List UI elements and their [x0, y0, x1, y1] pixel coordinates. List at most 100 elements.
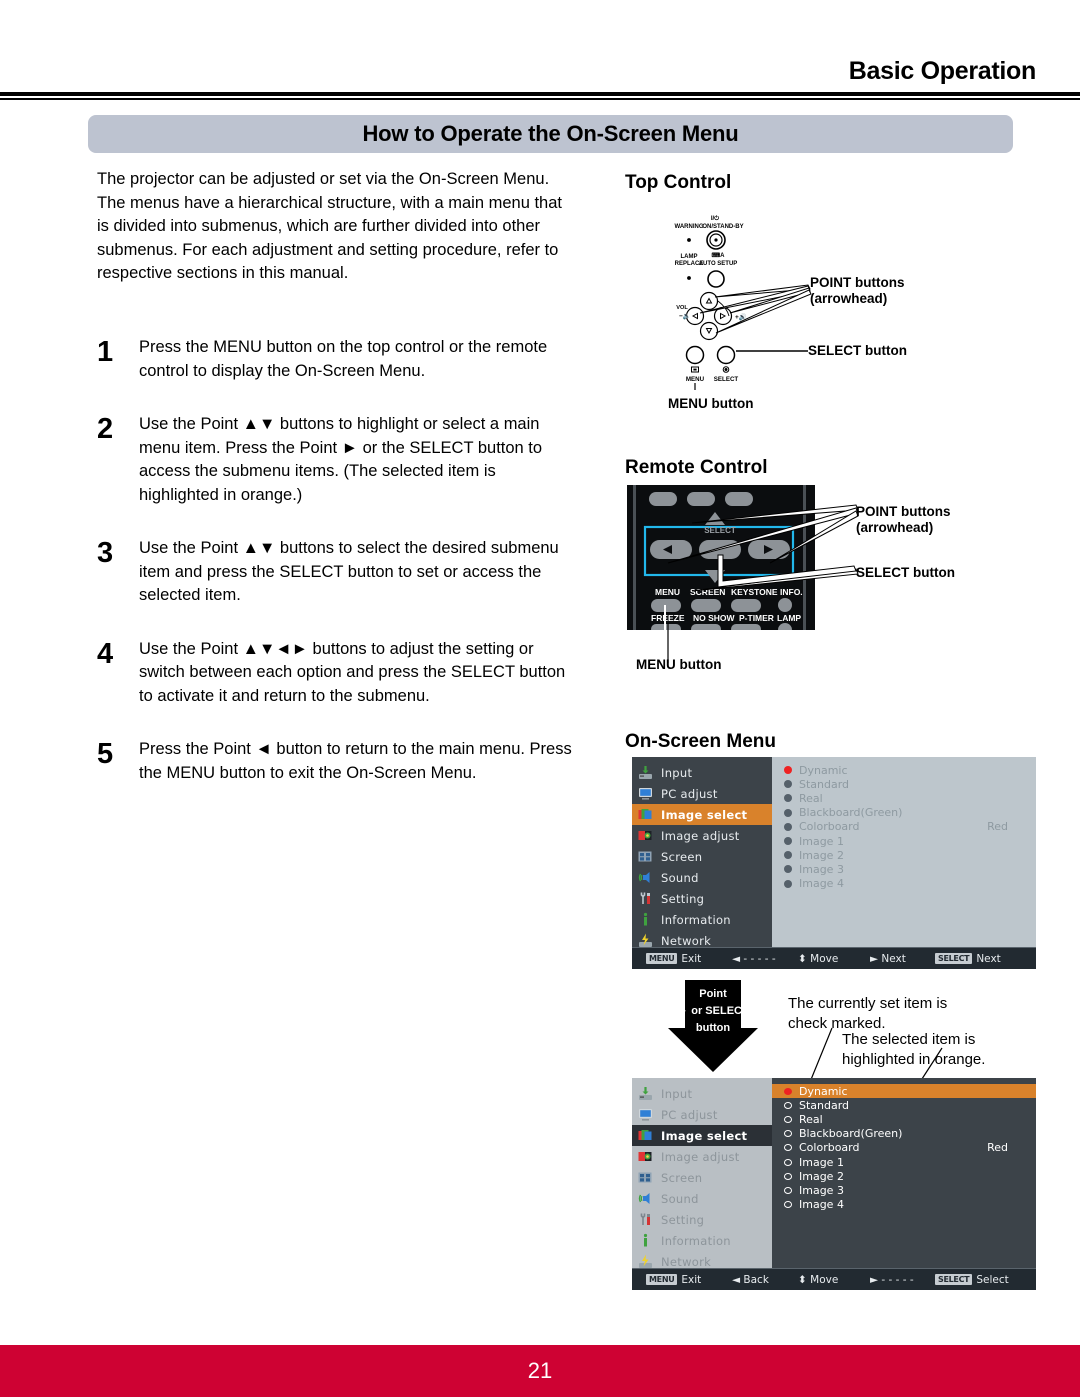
- osd-submenu-screenshot: Input PC adjust Image select Image adjus…: [632, 1078, 1036, 1296]
- osd-option-label: Dynamic: [799, 1084, 848, 1098]
- monitor-icon: [637, 1106, 654, 1123]
- radio-icon: [784, 1087, 792, 1095]
- osd-option[interactable]: Real: [772, 791, 1036, 805]
- speaker-icon: [637, 869, 654, 886]
- step-number: 2: [97, 413, 114, 445]
- osd-status-bar: MENU Exit ◄ - - - - - ⬍ Move ► Next SELE…: [632, 947, 1036, 969]
- remote-control-heading: Remote Control: [625, 457, 768, 478]
- osd-status-label: ◄ Back: [732, 1273, 769, 1286]
- osd-option[interactable]: Colorboard Red: [772, 1141, 1036, 1155]
- osd-option[interactable]: Image 3: [772, 862, 1036, 876]
- step-item: 2 Use the Point ▲▼ buttons to highlight …: [97, 413, 577, 507]
- remote-menu-callout: MENU button: [636, 657, 722, 672]
- select-key-badge: SELECT: [935, 1274, 973, 1285]
- osd-option[interactable]: Image 2: [772, 1169, 1036, 1183]
- osd-option[interactable]: Blackboard(Green): [772, 806, 1036, 820]
- osd-status-move: ⬍ Move: [798, 1274, 838, 1286]
- osd-option-label: Standard: [799, 777, 850, 791]
- osd-option[interactable]: Image 2: [772, 848, 1036, 862]
- osd-option-label: Image 4: [799, 877, 844, 891]
- osd-menu-item-screen[interactable]: Screen: [632, 1167, 772, 1188]
- osd-menu-item-image-adjust[interactable]: Image adjust: [632, 1146, 772, 1167]
- osd-menu-item-image-select[interactable]: Image select: [632, 803, 785, 826]
- osd-option[interactable]: Standard: [772, 1098, 1036, 1112]
- osd-menu-item-image-adjust[interactable]: Image adjust: [632, 825, 772, 846]
- osd-status-label: ► - - - - -: [870, 1273, 914, 1286]
- osd-option-value: Red: [987, 1141, 1008, 1155]
- osd-status-label: ⬍ Move: [798, 1273, 839, 1286]
- osd-option-label: Image 3: [799, 862, 844, 876]
- remote-leader-lines: [630, 483, 890, 678]
- step-item: 1 Press the MENU button on the top contr…: [97, 336, 577, 383]
- radio-icon: [784, 1130, 792, 1138]
- osd-status-label: ◄ - - - - -: [732, 952, 776, 965]
- osd-menu-item-image-select[interactable]: Image select: [632, 1124, 785, 1147]
- step-item: 3 Use the Point ▲▼ buttons to select the…: [97, 537, 577, 608]
- step-text: Press the MENU button on the top control…: [139, 338, 548, 380]
- osd-menu-item-setting[interactable]: Setting: [632, 888, 772, 909]
- info-icon: [637, 911, 654, 928]
- radio-icon: [784, 780, 792, 789]
- header-rule-thin: [0, 98, 1080, 100]
- osd-menu-item-pc-adjust[interactable]: PC adjust: [632, 783, 772, 804]
- osd-status-next: ► Next: [870, 953, 906, 965]
- on-screen-menu-heading: On-Screen Menu: [625, 731, 776, 752]
- image-select-icon: [637, 1127, 654, 1144]
- info-icon: [637, 1232, 654, 1249]
- section-title-bar: How to Operate the On-Screen Menu: [88, 115, 1013, 153]
- screen-icon: [637, 848, 654, 865]
- osd-menu-item-information[interactable]: Information: [632, 909, 772, 930]
- osd-menu-item-pc-adjust[interactable]: PC adjust: [632, 1104, 772, 1125]
- osd-menu-item-input[interactable]: Input: [632, 1083, 772, 1104]
- osd-submenu-panel: Dynamic Standard Real Blackboard(Green) …: [772, 1078, 1036, 1268]
- step-number: 4: [97, 637, 114, 670]
- osd-status-exit: MENU Exit: [646, 953, 701, 965]
- osd-menu-item-screen[interactable]: Screen: [632, 846, 772, 867]
- osd-option[interactable]: Image 4: [772, 1198, 1036, 1212]
- osd-option[interactable]: Blackboard(Green): [772, 1127, 1036, 1141]
- radio-icon: [784, 865, 792, 874]
- remote-select-callout: SELECT button: [856, 565, 955, 580]
- osd-option[interactable]: Real: [772, 1112, 1036, 1126]
- osd-menu-label: Screen: [661, 1170, 703, 1185]
- osd-status-bar: MENU Exit ◄ Back ⬍ Move ► - - - - - SELE…: [632, 1268, 1036, 1290]
- osd-option[interactable]: Colorboard Red: [772, 820, 1036, 834]
- osd-menu-item-setting[interactable]: Setting: [632, 1209, 772, 1230]
- osd-option[interactable]: Image 4: [772, 877, 1036, 891]
- steps-list: 1 Press the MENU button on the top contr…: [97, 336, 577, 811]
- intro-paragraph: The projector can be adjusted or set via…: [97, 170, 562, 283]
- step-item: 4 Use the Point ▲▼◄► buttons to adjust t…: [97, 638, 577, 709]
- top-control-leader-lines: [660, 205, 1060, 425]
- osd-status-select: SELECT Next: [935, 953, 1001, 965]
- osd-menu-label: Sound: [661, 870, 699, 885]
- osd-option[interactable]: Image 3: [772, 1183, 1036, 1197]
- osd-option[interactable]: Dynamic: [772, 1084, 1036, 1099]
- osd-menu-item-sound[interactable]: Sound: [632, 867, 772, 888]
- tools-icon: [637, 1211, 654, 1228]
- osd-option[interactable]: Image 1: [772, 834, 1036, 848]
- osd-option[interactable]: Standard: [772, 777, 1036, 791]
- osd-menu-item-input[interactable]: Input: [632, 762, 772, 783]
- radio-icon: [784, 1101, 792, 1109]
- osd-status-label: ⬍ Move: [798, 952, 839, 965]
- osd-menu-label: Input: [661, 1086, 693, 1101]
- osd-menu-item-sound[interactable]: Sound: [632, 1188, 772, 1209]
- top-control-heading: Top Control: [625, 172, 732, 193]
- osd-menu-label: Image adjust: [661, 828, 740, 843]
- osd-menu-label: Screen: [661, 849, 703, 864]
- radio-icon: [784, 1144, 792, 1152]
- osd-option[interactable]: Image 1: [772, 1155, 1036, 1169]
- osd-option[interactable]: Dynamic: [772, 763, 1036, 777]
- radio-icon: [784, 808, 792, 817]
- step-number: 5: [97, 738, 114, 770]
- osd-option-label: Image 4: [799, 1198, 844, 1212]
- callout-line: POINT buttons: [810, 275, 905, 290]
- remote-point-callout: POINT buttons (arrowhead): [856, 504, 951, 536]
- step-text: Use the Point ▲▼◄► buttons to adjust the…: [139, 639, 566, 705]
- osd-menu-label: Information: [661, 912, 731, 927]
- osd-menu-label: Network: [661, 1254, 712, 1269]
- input-icon: [637, 1085, 654, 1102]
- osd-status-back: ◄ - - - - -: [732, 953, 776, 965]
- osd-menu-item-information[interactable]: Information: [632, 1230, 772, 1251]
- step-text: Use the Point ▲▼ buttons to highlight or…: [139, 415, 543, 504]
